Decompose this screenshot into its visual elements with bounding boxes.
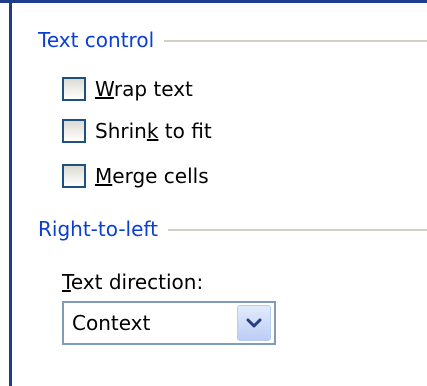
wrap-text-checkbox[interactable]: Wrap text [62,75,193,103]
text-control-title: Text control [38,28,155,52]
checkbox-box[interactable] [62,77,86,101]
group-divider [164,40,427,42]
right-to-left-title: Right-to-left [38,217,158,241]
right-to-left-group-header: Right-to-left [38,215,427,243]
shrink-to-fit-checkbox[interactable]: Shrink to fit [62,117,212,145]
merge-cells-label: Merge cells [95,164,209,188]
group-divider [167,229,427,231]
checkbox-box[interactable] [62,164,86,188]
window-border-left [9,0,12,386]
wrap-text-label: Wrap text [95,77,193,101]
text-direction-select[interactable]: Context [62,301,276,345]
text-direction-value: Context [72,311,151,335]
chevron-down-icon [246,318,262,328]
shrink-to-fit-label: Shrink to fit [95,119,212,143]
checkbox-box[interactable] [62,119,86,143]
text-direction-label: Text direction: [62,270,204,294]
dropdown-button[interactable] [237,305,271,341]
window-border-top [0,0,427,3]
text-control-group-header: Text control [38,26,427,54]
merge-cells-checkbox[interactable]: Merge cells [62,162,209,190]
format-cells-alignment-panel: Text control Wrap text Shrink to fit Mer… [0,0,427,386]
